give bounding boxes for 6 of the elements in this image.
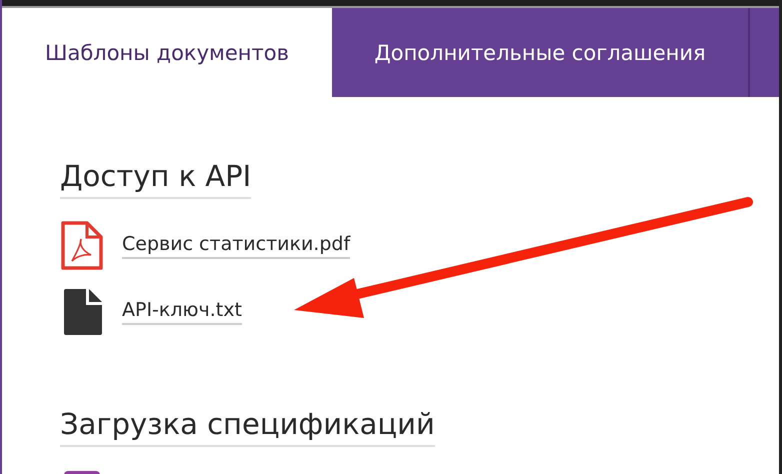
file-link[interactable]: API-ключ.txt bbox=[122, 299, 242, 325]
section-heading: Загрузка спецификаций bbox=[60, 407, 435, 441]
section-heading: Доступ к API bbox=[60, 159, 252, 193]
file-link[interactable]: Сервис статистики.pdf bbox=[122, 233, 350, 259]
tab[interactable]: Дополнительные соглашения bbox=[332, 8, 750, 97]
pdf-file-icon bbox=[60, 221, 104, 271]
